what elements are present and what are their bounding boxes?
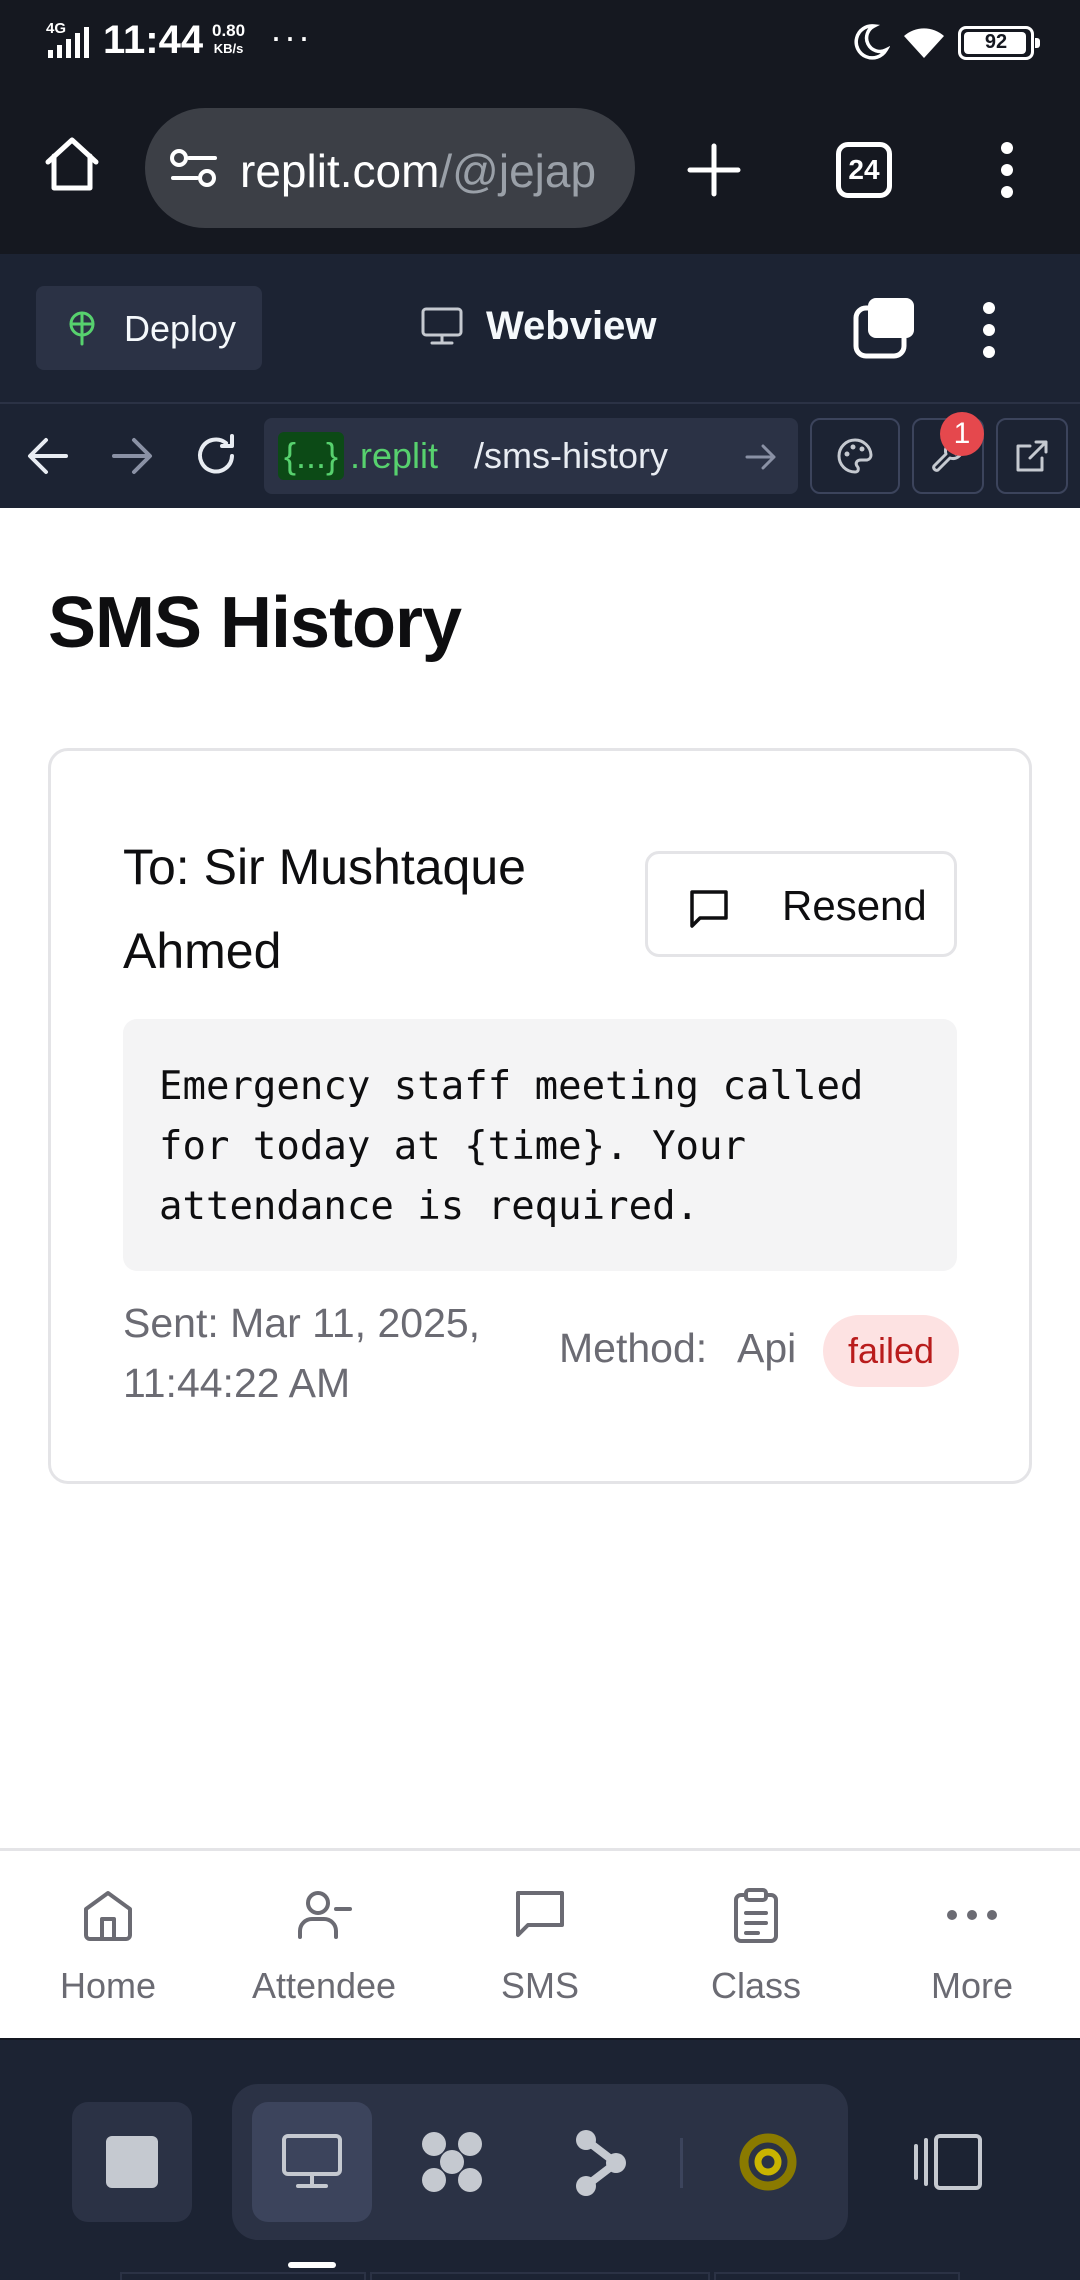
forward-arrow-icon[interactable]: [110, 434, 154, 478]
more-horizontal-icon: [947, 1910, 997, 1920]
deploy-icon: [69, 311, 95, 346]
dock-frame-line: [714, 2272, 960, 2280]
sms-card: To: Sir Mushtaque Ahmed Resend Emergency…: [48, 748, 1032, 1484]
notification-overflow: ···: [270, 16, 312, 57]
notification-badge: 1: [940, 412, 984, 456]
resend-button[interactable]: Resend: [645, 851, 957, 957]
page-title: SMS History: [48, 583, 462, 663]
nav-label-home: Home: [59, 1965, 157, 2006]
replit-dock: [0, 2040, 1080, 2280]
repl-tag: {...}: [278, 432, 345, 480]
sms-method-value: Api: [737, 1325, 797, 1371]
status-bar: 4G 11:44 0.80 KB/s ··· 92: [0, 0, 1080, 84]
url-host: replit.com: [240, 145, 440, 197]
battery-level: 92: [984, 31, 1008, 53]
url-text: replit.com/@jejap: [240, 144, 596, 198]
browser-menu-icon[interactable]: [990, 140, 1024, 200]
sms-message-box: Emergency staff meeting called for today…: [123, 1019, 957, 1271]
go-arrow-icon[interactable]: [744, 440, 778, 474]
deploy-label: Deploy: [124, 308, 237, 349]
message-square-icon: [690, 890, 728, 928]
network-speed: 0.80 KB/s: [212, 22, 245, 58]
home-icon[interactable]: [42, 134, 102, 194]
palette-icon: [837, 438, 873, 474]
clock: 11:44: [103, 18, 204, 62]
git-branch-icon[interactable]: [572, 2128, 628, 2198]
repl-domain: .replit: [350, 435, 439, 476]
monitor-icon: [282, 2134, 342, 2188]
webview-page: SMS History To: Sir Mushtaque Ahmed Rese…: [0, 508, 1080, 2038]
monitor-icon: [421, 307, 463, 345]
sms-recipient: To: Sir Mushtaque Ahmed: [123, 839, 526, 979]
sms-method-label: Method:: [559, 1325, 708, 1371]
sms-message-text: Emergency staff meeting called for today…: [159, 1064, 864, 1229]
browser-toolbar: replit.com/@jejap 24: [0, 84, 1080, 254]
dock-frame-line: [120, 2272, 366, 2280]
webview-address-bar: {...} .replit /sms-history: [0, 404, 1080, 508]
dock-webview-button[interactable]: [252, 2102, 372, 2222]
url-path: /@jejap: [439, 145, 597, 197]
nav-item-class[interactable]: Class: [666, 1887, 846, 2017]
deploy-button[interactable]: Deploy: [36, 286, 262, 370]
reload-icon[interactable]: [192, 432, 240, 480]
nav-label-attendee: Attendee: [251, 1965, 397, 2006]
battery-icon: 92: [958, 26, 1040, 60]
signal-icon: 4G: [46, 20, 89, 58]
palette-button[interactable]: [810, 418, 900, 494]
dock-frame-line: [370, 2272, 710, 2280]
webview-url-field[interactable]: {...} .replit /sms-history: [264, 418, 798, 494]
layers-icon[interactable]: [852, 296, 916, 360]
clipboard-icon: [734, 1888, 778, 1943]
sms-sent-time: Sent: Mar 11, 2025, 11:44:22 AM: [123, 1300, 481, 1406]
external-link-icon: [1016, 440, 1048, 472]
back-arrow-icon[interactable]: [26, 434, 70, 478]
new-tab-icon[interactable]: [686, 142, 742, 198]
user-minus-icon: [298, 1891, 352, 1939]
nav-item-home[interactable]: Home: [18, 1887, 198, 2017]
webview-label: Webview: [486, 304, 657, 348]
nav-item-attendee[interactable]: Attendee: [234, 1887, 414, 2017]
open-in-new-tab-button[interactable]: [996, 418, 1068, 494]
ai-agent-icon[interactable]: [738, 2132, 798, 2192]
replit-header: Deploy Webview: [0, 254, 1080, 404]
nav-item-sms[interactable]: SMS: [450, 1887, 630, 2017]
resend-label: Resend: [782, 882, 927, 929]
replit-menu-icon[interactable]: [972, 300, 1006, 360]
repl-path: /sms-history: [474, 435, 669, 476]
status-badge: failed: [823, 1315, 959, 1387]
dock-separator: [680, 2138, 683, 2188]
stop-button[interactable]: [72, 2102, 192, 2222]
message-square-icon: [516, 1891, 564, 1937]
url-bar[interactable]: replit.com/@jejap: [145, 108, 635, 228]
tab-switcher-button[interactable]: 24: [836, 142, 892, 198]
app-bottom-nav: Home Attendee SMS Class More: [0, 1848, 1080, 2038]
nav-item-more[interactable]: More: [882, 1887, 1062, 2017]
network-speed-value: 0.80: [212, 21, 246, 40]
gesture-handle: [288, 2262, 336, 2268]
site-settings-icon[interactable]: [169, 146, 219, 190]
moon-icon: [854, 24, 890, 60]
wifi-icon: [904, 28, 944, 58]
network-type: 4G: [46, 20, 66, 37]
stop-icon: [106, 2136, 158, 2188]
panel-toggle-icon[interactable]: [912, 2132, 984, 2192]
network-speed-unit: KB/s: [213, 41, 244, 56]
nav-label-class: Class: [710, 1965, 802, 2006]
apps-icon[interactable]: [416, 2126, 488, 2198]
nav-label-sms: SMS: [500, 1965, 579, 2006]
home-icon: [84, 1891, 132, 1941]
dock-tool-group: [232, 2084, 848, 2240]
nav-label-more: More: [930, 1965, 1014, 2006]
